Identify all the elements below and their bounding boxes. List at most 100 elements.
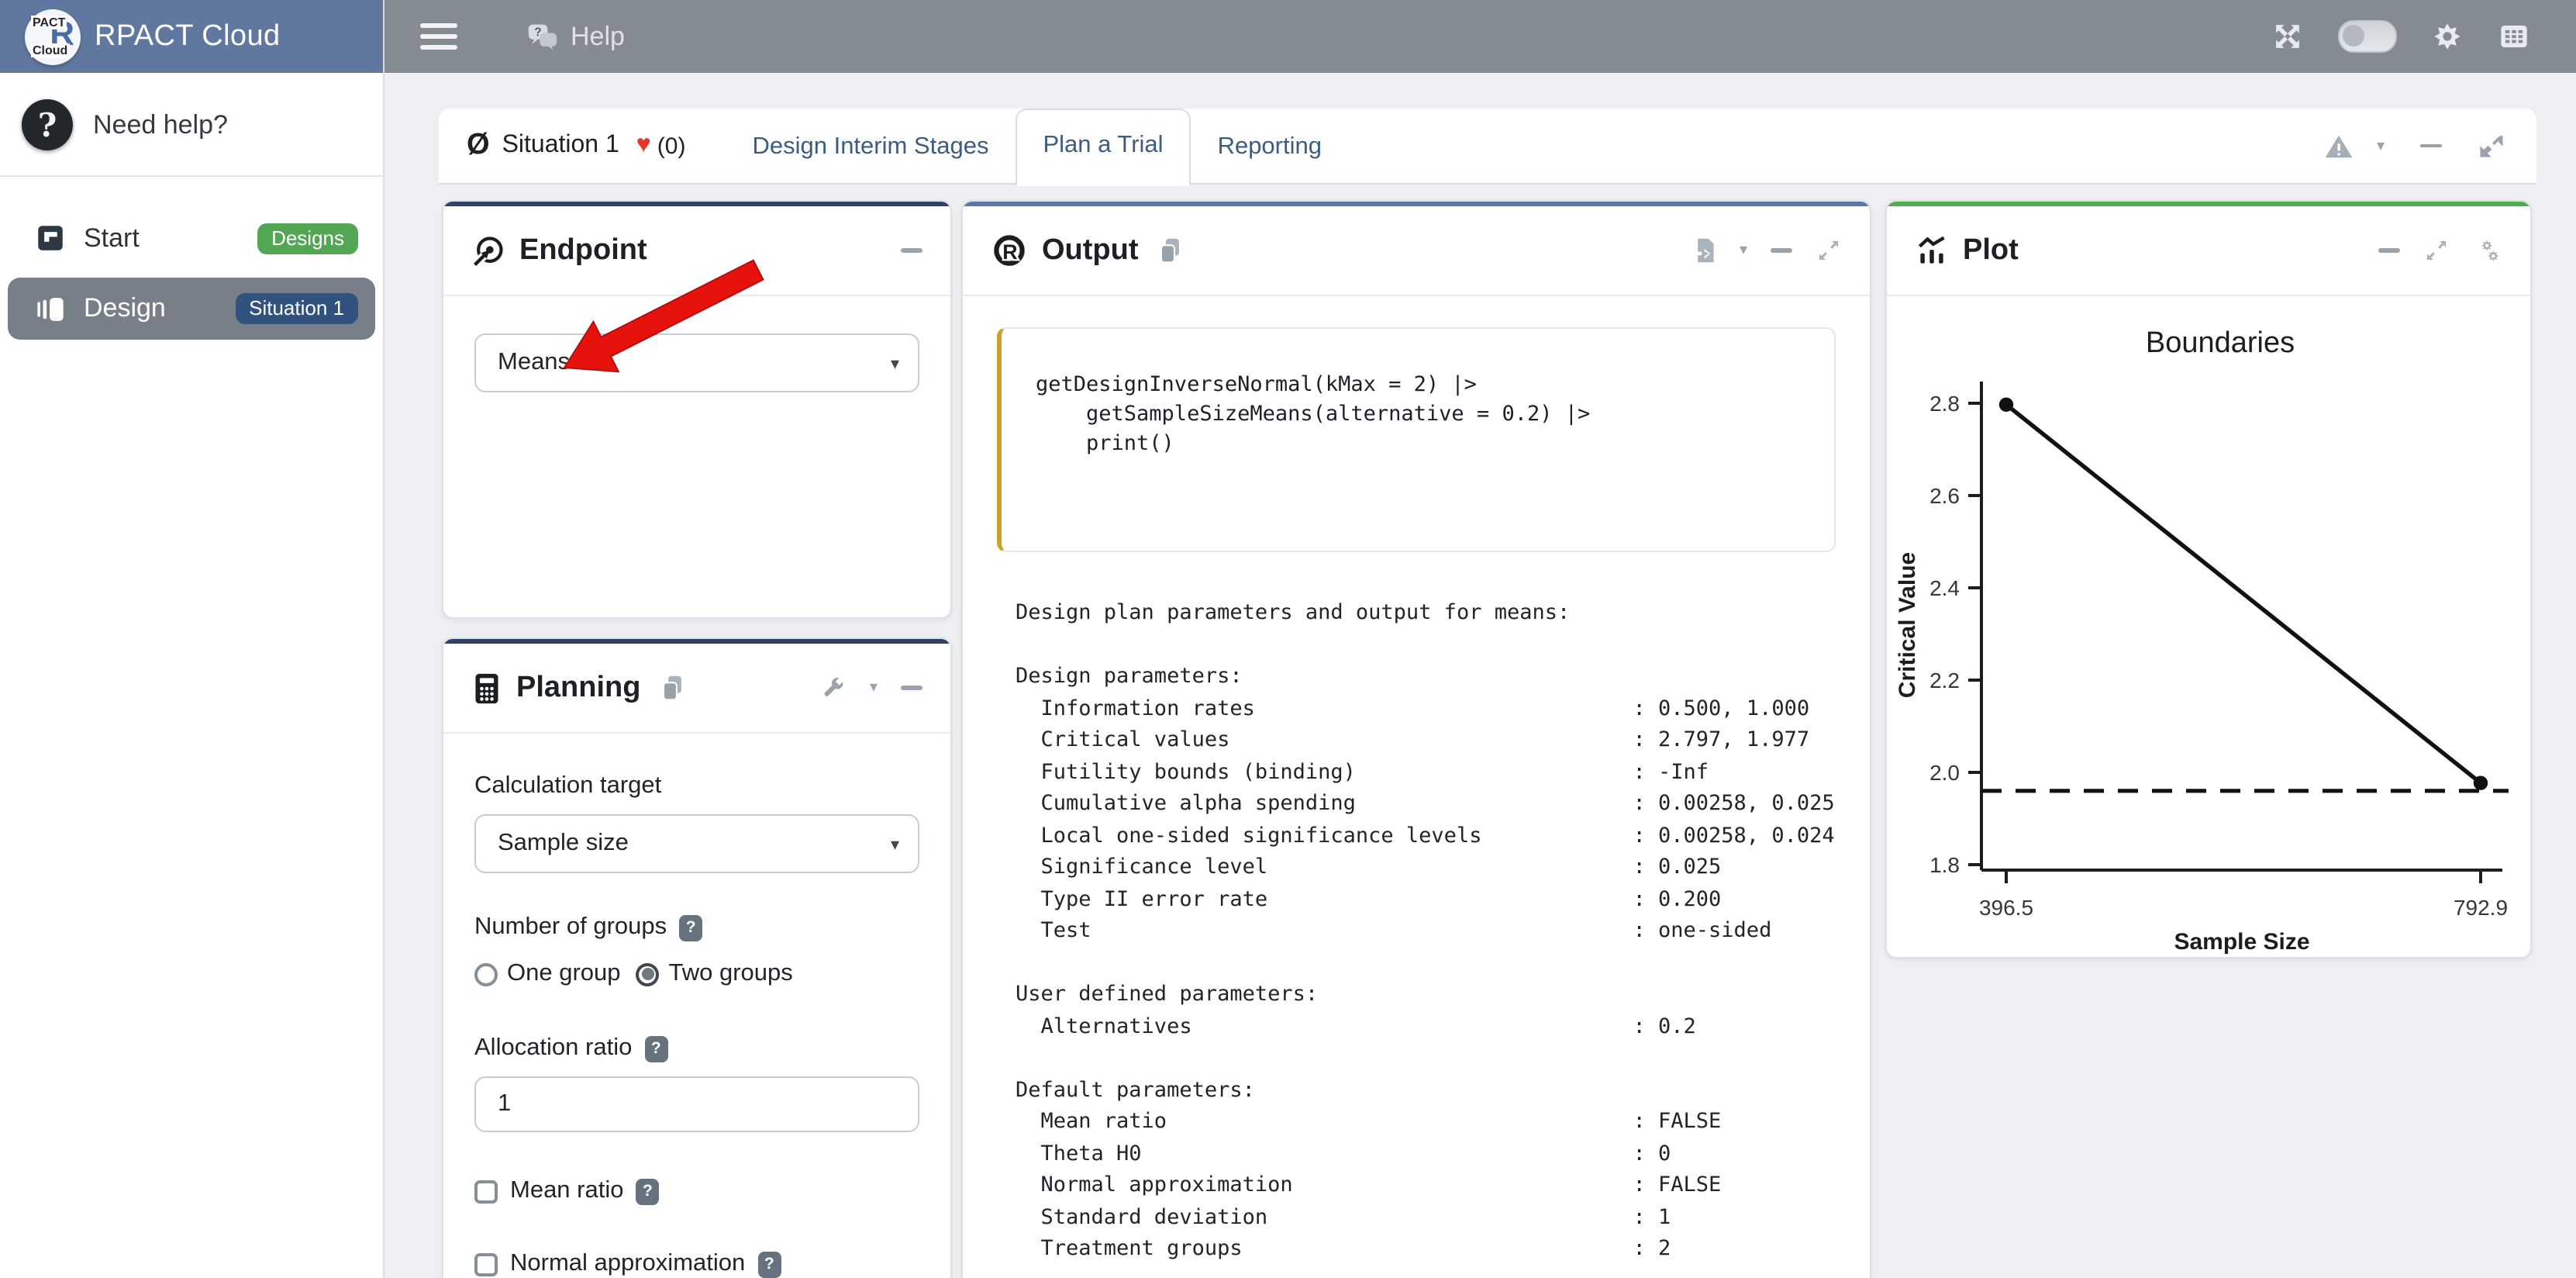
mean-ratio-label: Mean ratio: [510, 1177, 623, 1205]
calculator-icon: [471, 671, 502, 705]
planning-header: Planning ▾: [443, 644, 950, 734]
output-title: Output: [1042, 233, 1139, 268]
svg-text:R: R: [1002, 240, 1017, 264]
r-output-text: Design plan parameters and output for me…: [997, 597, 1836, 1265]
need-help-link[interactable]: ? Need help?: [0, 73, 383, 175]
help-question-badge[interactable]: ?: [679, 914, 702, 941]
help-question-badge[interactable]: ?: [757, 1251, 781, 1277]
tab-design-interim-stages[interactable]: Design Interim Stages: [726, 109, 1015, 182]
svg-text:?: ?: [534, 26, 541, 39]
output-header: R Output ▾: [963, 206, 1870, 296]
plot-panel: Plot Boundaries1.82.02.22.42.62.8396.579…: [1885, 200, 2532, 958]
logo-cloud-text: Cloud: [31, 43, 69, 57]
toggle-knob: [2342, 24, 2364, 46]
rpact-logo-icon: R PACT Cloud: [25, 9, 81, 64]
planning-panel: Planning ▾ Calculation target Sample siz…: [442, 637, 952, 1278]
normal-approximation-checkbox[interactable]: [474, 1252, 498, 1276]
svg-text:2.8: 2.8: [1929, 392, 1960, 416]
sidebar-item-design[interactable]: Design Situation 1: [8, 278, 375, 340]
tab-plan-a-trial[interactable]: Plan a Trial: [1015, 108, 1191, 185]
chart-icon: [1915, 233, 1949, 268]
radio-two-groups-label: Two groups: [669, 960, 793, 988]
flipboard-icon: [34, 222, 67, 254]
allocation-ratio-label: Allocation ratio ?: [474, 1034, 919, 1062]
svg-text:Critical Value: Critical Value: [1895, 552, 1920, 698]
logo-pact-text: PACT: [31, 15, 67, 29]
sidebar-item-label: Design: [84, 293, 166, 324]
plot-header: Plot: [1887, 206, 2530, 296]
r-code-block: getDesignInverseNormal(kMax = 2) |> getS…: [997, 327, 1836, 552]
radio-one-group-label: One group: [507, 960, 621, 988]
grid-table-icon[interactable]: [2498, 20, 2530, 53]
situation-group: Ø Situation 1 ♥ (0): [439, 129, 685, 163]
situation-title: Situation 1: [502, 132, 619, 160]
svg-text:2.0: 2.0: [1929, 761, 1960, 785]
help-question-badge[interactable]: ?: [644, 1035, 667, 1062]
groups-radio-row: One group Two groups: [474, 960, 919, 988]
output-body: getDesignInverseNormal(kMax = 2) |> getS…: [963, 296, 1870, 1278]
radio-one-group[interactable]: [474, 962, 498, 986]
endpoint-select[interactable]: Means ▾: [474, 333, 919, 392]
copy-icon[interactable]: [659, 673, 685, 703]
heart-icon[interactable]: ♥: [636, 132, 651, 160]
svg-text:2.2: 2.2: [1929, 668, 1960, 693]
rpact-cloud-app: R PACT Cloud RPACT Cloud ? Need help? St…: [0, 0, 2576, 1278]
dark-mode-toggle[interactable]: [2338, 20, 2397, 53]
planning-body: Calculation target Sample size ▾ Number …: [443, 734, 950, 1278]
collapse-icon[interactable]: [2378, 249, 2400, 253]
help-label: Help: [571, 21, 625, 52]
caret-down-icon[interactable]: ▾: [2377, 137, 2385, 154]
designs-badge: Designs: [257, 223, 358, 254]
columns-icon: [34, 292, 67, 325]
svg-text:396.5: 396.5: [1979, 896, 2033, 920]
boundaries-chart: Boundaries1.82.02.22.42.62.8396.5792.9Cr…: [1887, 296, 2527, 957]
expand-diagonal-icon[interactable]: [2423, 237, 2450, 264]
expand-diagonal-icon[interactable]: [1816, 237, 1842, 264]
help-question-badge[interactable]: ?: [636, 1178, 659, 1204]
r-logo-icon: R: [991, 233, 1028, 268]
mean-ratio-checkbox[interactable]: [474, 1180, 498, 1203]
tab-strip: Ø Situation 1 ♥ (0) Design Interim Stage…: [439, 109, 2536, 185]
fullscreen-arrows-icon[interactable]: [2271, 20, 2304, 53]
normal-approximation-row: Normal approximation ?: [474, 1250, 919, 1278]
help-button[interactable]: ? Help: [526, 21, 625, 52]
minimize-icon[interactable]: [2420, 144, 2442, 148]
calculation-target-select[interactable]: Sample size ▾: [474, 814, 919, 873]
plot-settings-gears-icon[interactable]: [2473, 236, 2502, 265]
copy-icon[interactable]: [1157, 236, 1184, 265]
file-export-icon[interactable]: [1690, 236, 1716, 265]
sidebar-item-start[interactable]: Start Designs: [8, 212, 375, 264]
sidebar-brand-header: R PACT Cloud RPACT Cloud: [0, 0, 383, 73]
chat-question-icon: ?: [526, 21, 560, 52]
warning-triangle-icon[interactable]: [2324, 133, 2354, 159]
chevron-down-icon: ▾: [891, 353, 899, 373]
collapse-icon[interactable]: [1771, 249, 1792, 253]
caret-down-icon[interactable]: ▾: [870, 679, 878, 696]
r-code-text: getDesignInverseNormal(kMax = 2) |> getS…: [1036, 371, 1819, 459]
brand-title: RPACT Cloud: [95, 19, 281, 54]
topbar: ? Help: [383, 0, 2576, 73]
normal-approximation-label: Normal approximation: [510, 1250, 745, 1278]
svg-text:2.4: 2.4: [1929, 576, 1960, 600]
expand-diagonal-icon[interactable]: [2478, 132, 2505, 160]
endpoint-title: Endpoint: [519, 233, 647, 268]
situation-badge: Situation 1: [235, 293, 358, 324]
caret-down-icon[interactable]: ▾: [1740, 242, 1747, 259]
need-help-label: Need help?: [93, 109, 228, 140]
radio-two-groups[interactable]: [636, 962, 660, 986]
svg-text:1.8: 1.8: [1929, 853, 1960, 877]
mean-ratio-row: Mean ratio ?: [474, 1177, 919, 1205]
svg-text:792.9: 792.9: [2454, 896, 2508, 920]
wrench-icon[interactable]: [820, 675, 847, 701]
topbar-actions: [2271, 20, 2576, 53]
collapse-icon[interactable]: [901, 686, 922, 690]
planning-title: Planning: [516, 671, 640, 705]
favorites-count: (0): [657, 133, 686, 159]
settings-gear-icon[interactable]: [2431, 20, 2464, 53]
question-mark-icon: ?: [22, 99, 73, 150]
collapse-icon[interactable]: [901, 249, 922, 253]
design-symbol-icon: Ø: [467, 129, 490, 163]
hamburger-menu-icon[interactable]: [420, 17, 457, 57]
tab-reporting[interactable]: Reporting: [1191, 109, 1348, 182]
allocation-ratio-input[interactable]: [474, 1076, 919, 1132]
